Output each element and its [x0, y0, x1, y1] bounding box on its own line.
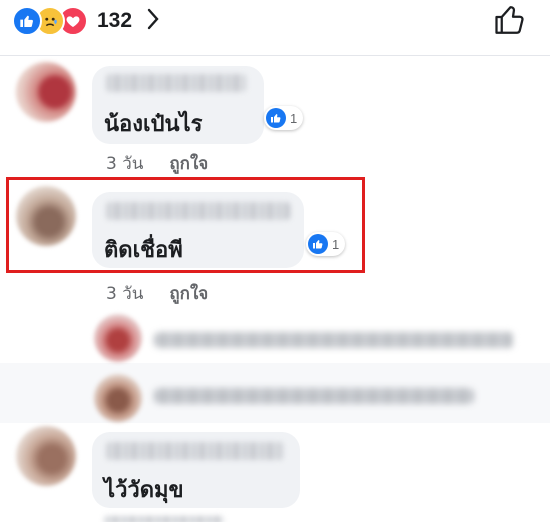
like-comment-link[interactable]: ถูกใจ	[169, 280, 208, 307]
reply-item	[0, 366, 550, 422]
comment-text: ติดเชื่อพี	[104, 238, 183, 263]
like-post-button[interactable]	[492, 2, 528, 42]
comment-item: ไว้วัดมุข	[0, 420, 550, 522]
avatar[interactable]	[94, 314, 142, 362]
avatar[interactable]	[16, 426, 76, 486]
commenter-name[interactable]	[106, 202, 290, 220]
reactions-header: 132	[0, 0, 550, 56]
comment-text: ไว้วัดมุข	[104, 478, 184, 503]
comment-bubble: น้องเป๋นไร	[92, 66, 264, 144]
comment-bubble: ติดเชื่อพี	[92, 192, 304, 268]
comment-meta-blurred	[104, 516, 224, 522]
comment-like-badge[interactable]: 1	[264, 106, 304, 130]
avatar[interactable]	[16, 62, 76, 122]
like-icon	[308, 234, 328, 254]
comment-like-badge[interactable]: 1	[306, 232, 346, 256]
comment-bubble: ไว้วัดมุข	[92, 432, 300, 508]
comment-meta: 3 วัน ถูกใจ	[106, 280, 208, 307]
comment-time: 3 วัน	[106, 154, 144, 174]
comment-text: น้องเป๋นไร	[104, 112, 203, 137]
comment-meta: 3 วัน ถูกใจ	[106, 150, 208, 177]
reply-text-blurred	[154, 388, 474, 404]
commenter-name[interactable]	[106, 74, 246, 92]
avatar[interactable]	[94, 374, 142, 422]
avatar[interactable]	[16, 186, 76, 246]
reaction-count: 132	[97, 9, 133, 32]
like-reaction-icon	[12, 6, 42, 36]
like-comment-link[interactable]: ถูกใจ	[169, 150, 208, 177]
reply-item	[0, 306, 550, 362]
comment-time: 3 วัน	[106, 284, 144, 304]
like-icon	[266, 108, 286, 128]
comment-item: ติดเชื่อพี 1 3 วัน ถูกใจ	[0, 180, 550, 304]
commenter-name[interactable]	[106, 442, 284, 460]
like-count: 1	[332, 236, 340, 252]
chevron-right-icon	[146, 8, 160, 34]
comment-item: น้องเป๋นไร 1 3 วัน ถูกใจ	[0, 56, 550, 176]
reaction-summary[interactable]: 132	[12, 6, 160, 36]
like-count: 1	[290, 110, 298, 126]
thumbs-up-icon	[495, 6, 524, 34]
reply-text-blurred	[154, 332, 514, 348]
